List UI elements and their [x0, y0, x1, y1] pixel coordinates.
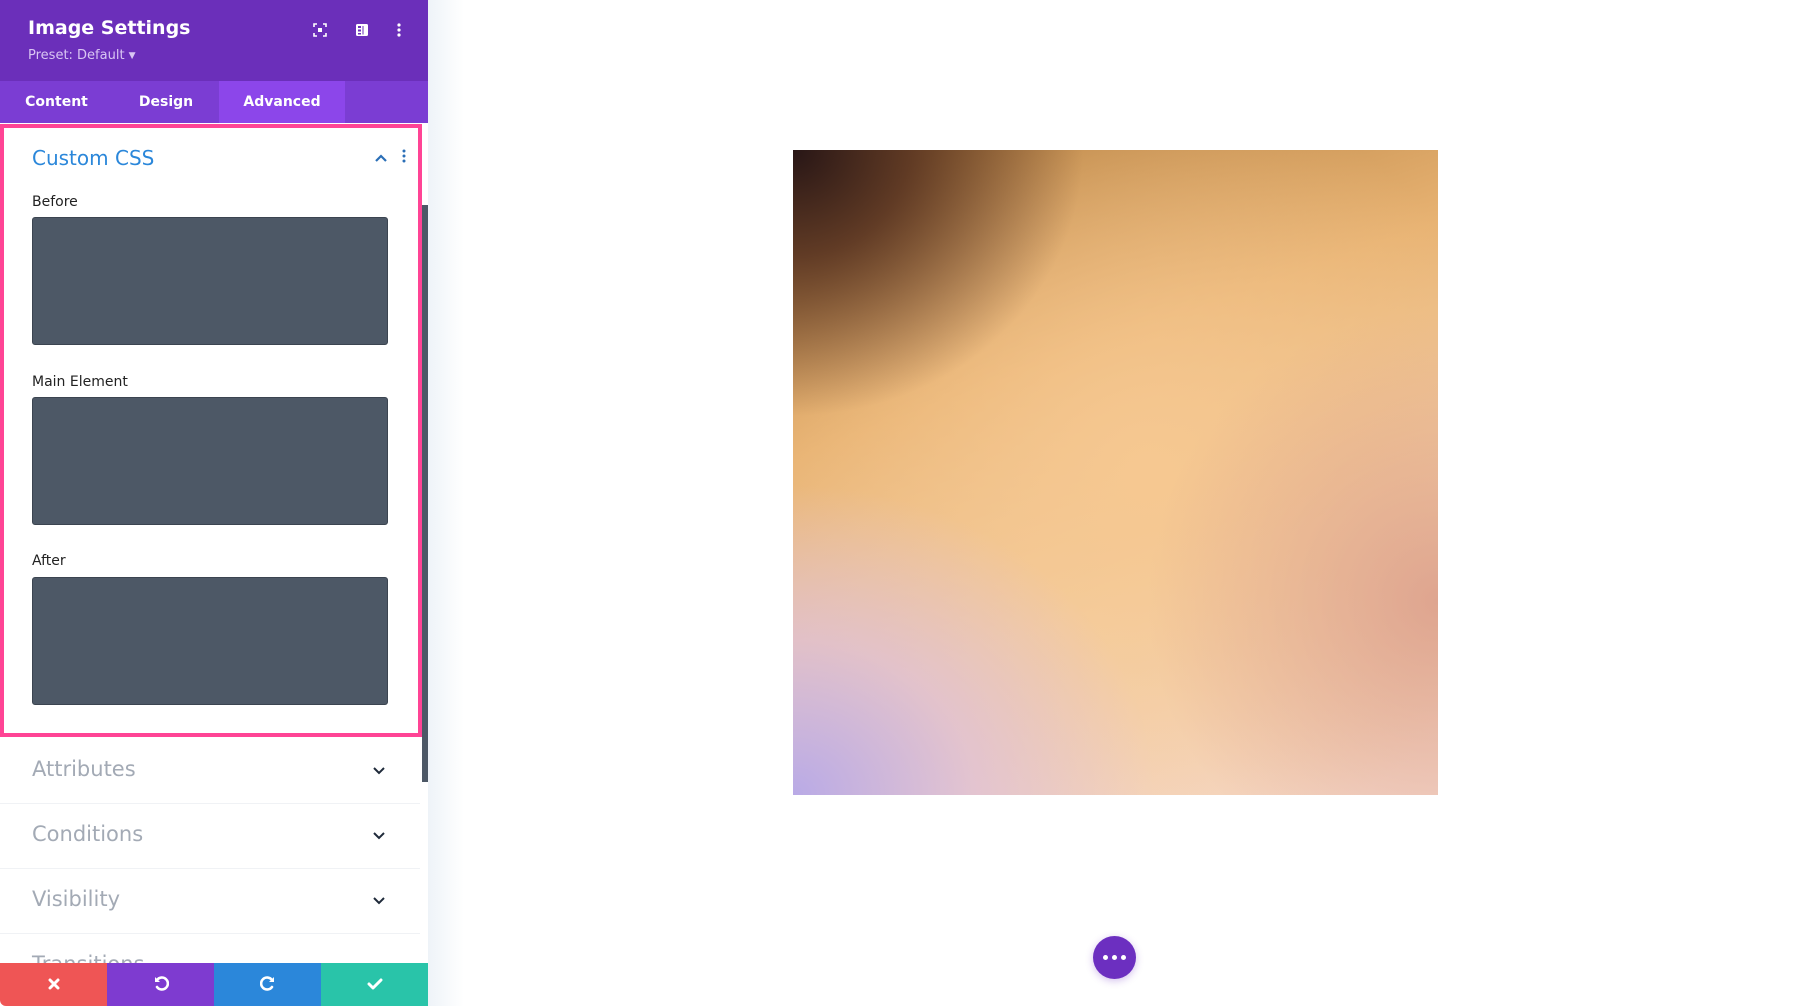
redo-button[interactable]: [214, 963, 321, 1006]
chevron-down-icon: [372, 891, 386, 910]
redo-icon: [259, 975, 276, 995]
undo-icon: [153, 975, 169, 995]
section-conditions[interactable]: Conditions: [0, 804, 420, 869]
before-label: Before: [32, 194, 78, 210]
chevron-down-icon: [372, 826, 386, 845]
undo-button[interactable]: [107, 963, 214, 1006]
more-options-icon[interactable]: [389, 20, 409, 40]
chevron-up-icon[interactable]: [374, 148, 388, 167]
tab-design[interactable]: Design: [113, 81, 219, 123]
main-element-css-textarea[interactable]: [32, 397, 388, 525]
preset-dropdown[interactable]: Preset: Default ▼: [28, 48, 135, 63]
action-bar: [0, 963, 428, 1006]
sidebar-shadow: [428, 0, 464, 1006]
section-label: Conditions: [32, 822, 144, 846]
check-icon: [367, 975, 383, 994]
settings-header: Image Settings Preset: Default ▼: [0, 0, 428, 81]
save-button[interactable]: [321, 963, 428, 1006]
custom-css-title[interactable]: Custom CSS: [32, 146, 154, 170]
cancel-button[interactable]: [0, 963, 107, 1006]
page-options-button[interactable]: [1093, 936, 1136, 979]
settings-tabs: Content Design Advanced: [0, 81, 428, 123]
preset-label: Preset: Default: [28, 48, 125, 63]
dot: [1103, 955, 1108, 960]
section-options-icon[interactable]: [402, 148, 406, 167]
after-css-textarea[interactable]: [32, 577, 388, 705]
tab-content[interactable]: Content: [0, 81, 113, 123]
close-icon: [48, 975, 60, 994]
section-attributes[interactable]: Attributes: [0, 739, 420, 804]
chevron-down-icon: [372, 761, 386, 780]
tab-advanced[interactable]: Advanced: [219, 81, 345, 123]
section-label: Visibility: [32, 887, 121, 911]
before-css-textarea[interactable]: [32, 217, 388, 345]
custom-css-section: Custom CSS Before Main Element After: [0, 124, 422, 737]
dot: [1121, 955, 1126, 960]
caret-down-icon: ▼: [128, 51, 136, 61]
main-element-label: Main Element: [32, 374, 128, 390]
settings-sidebar: Image Settings Preset: Default ▼ Content …: [0, 0, 428, 1006]
dot: [1112, 955, 1117, 960]
image-module-preview[interactable]: [793, 150, 1438, 795]
section-label: Attributes: [32, 757, 136, 781]
after-label: After: [32, 553, 66, 569]
section-visibility[interactable]: Visibility: [0, 869, 420, 934]
fullscreen-icon[interactable]: [310, 20, 330, 40]
split-view-icon[interactable]: [352, 20, 372, 40]
settings-title: Image Settings: [28, 17, 191, 39]
